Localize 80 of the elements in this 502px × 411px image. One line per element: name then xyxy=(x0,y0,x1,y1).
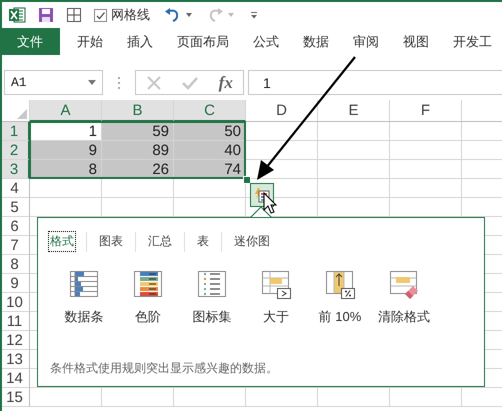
customize-icon[interactable] xyxy=(250,12,258,18)
table-cell xyxy=(102,179,174,198)
format-option[interactable]: 清除格式 xyxy=(372,270,436,326)
column-header[interactable]: E xyxy=(318,100,390,122)
color-scale-icon xyxy=(133,270,163,300)
ribbon-tab[interactable]: 开始 xyxy=(77,28,103,55)
table-cell xyxy=(390,179,462,198)
row-header[interactable]: 7 xyxy=(0,236,30,255)
gridlines-checkbox[interactable] xyxy=(94,8,107,22)
row-header[interactable]: 6 xyxy=(0,217,30,236)
table-cell xyxy=(390,141,462,160)
row-header[interactable]: 5 xyxy=(0,198,30,217)
table-cell xyxy=(318,179,390,198)
row-header[interactable]: 8 xyxy=(0,255,30,274)
row-header[interactable]: 2 xyxy=(0,141,30,160)
format-option[interactable]: 色阶 xyxy=(116,270,180,326)
name-box[interactable]: A1 xyxy=(4,70,103,95)
table-cell: 59 xyxy=(102,122,174,141)
column-header[interactable]: B xyxy=(102,100,174,122)
column-header[interactable]: A xyxy=(30,100,102,122)
table-cell: 50 xyxy=(174,122,246,141)
table-cell xyxy=(318,160,390,179)
excel-logo-icon xyxy=(8,6,26,24)
table-cell: 9 xyxy=(30,141,102,160)
row-header[interactable]: 3 xyxy=(0,160,30,179)
check-icon[interactable] xyxy=(182,76,198,90)
row-header[interactable]: 10 xyxy=(0,293,30,312)
table-cell: 1 xyxy=(30,122,102,141)
row-header[interactable]: 9 xyxy=(0,274,30,293)
category-tab[interactable]: 迷你图 xyxy=(232,231,272,252)
column-header[interactable]: D xyxy=(246,100,318,122)
gridlines-label: 网格线 xyxy=(111,6,150,24)
mouse-pointer-icon xyxy=(264,192,278,214)
format-option[interactable]: 前 10% xyxy=(308,270,372,326)
row-header[interactable]: 12 xyxy=(0,331,30,350)
format-option[interactable]: 大于 xyxy=(244,270,308,326)
ribbon-tab[interactable]: 审阅 xyxy=(353,28,379,55)
table-cell xyxy=(390,160,462,179)
format-option[interactable]: 数据条 xyxy=(52,270,116,326)
formula-input[interactable]: 1 xyxy=(248,70,502,95)
format-option[interactable]: 图标集 xyxy=(180,270,244,326)
table-cell xyxy=(246,122,318,141)
fill-handle[interactable] xyxy=(243,176,251,184)
table-cell xyxy=(390,122,462,141)
row-header[interactable]: 11 xyxy=(0,312,30,331)
table-cell xyxy=(30,179,102,198)
ribbon-tab[interactable]: 公式 xyxy=(253,28,279,55)
data-bars-icon xyxy=(69,270,99,300)
row-header[interactable]: 4 xyxy=(0,179,30,198)
top-percent-icon xyxy=(325,270,355,300)
ribbon-tab[interactable]: 开发工 xyxy=(453,28,492,55)
table-cell: 89 xyxy=(102,141,174,160)
greater-than-icon xyxy=(261,270,291,300)
dropdown-caret-icon[interactable] xyxy=(186,13,192,17)
icon-set-icon xyxy=(197,270,227,300)
column-header[interactable]: C xyxy=(174,100,246,122)
ribbon-tab[interactable]: 插入 xyxy=(127,28,153,55)
category-tab[interactable]: 汇总 xyxy=(146,231,174,252)
category-tab[interactable]: 格式 xyxy=(48,231,76,252)
description-text: 条件格式使用规则突出显示感兴趣的数据。 xyxy=(50,360,278,377)
table-cell xyxy=(318,122,390,141)
category-tab[interactable]: 图表 xyxy=(97,231,125,252)
row-header[interactable]: 13 xyxy=(0,350,30,369)
grid-icon[interactable] xyxy=(66,7,82,23)
file-tab[interactable]: 文件 xyxy=(0,28,60,55)
row-header[interactable]: 14 xyxy=(0,369,30,388)
ribbon-tab[interactable]: 数据 xyxy=(303,28,329,55)
row-header[interactable]: 15 xyxy=(0,388,30,407)
table-cell: 40 xyxy=(174,141,246,160)
eraser-icon xyxy=(389,270,419,300)
column-header[interactable]: F xyxy=(390,100,462,122)
row-header[interactable]: 1 xyxy=(0,122,30,141)
grip-icon xyxy=(118,76,121,88)
save-icon[interactable] xyxy=(38,7,54,23)
table-cell xyxy=(318,141,390,160)
ribbon-tab[interactable]: 页面布局 xyxy=(177,28,229,55)
category-tab[interactable]: 表 xyxy=(195,231,211,252)
table-cell xyxy=(246,141,318,160)
insert-function-button[interactable]: fx xyxy=(218,72,233,92)
ribbon-tab[interactable]: 视图 xyxy=(403,28,429,55)
